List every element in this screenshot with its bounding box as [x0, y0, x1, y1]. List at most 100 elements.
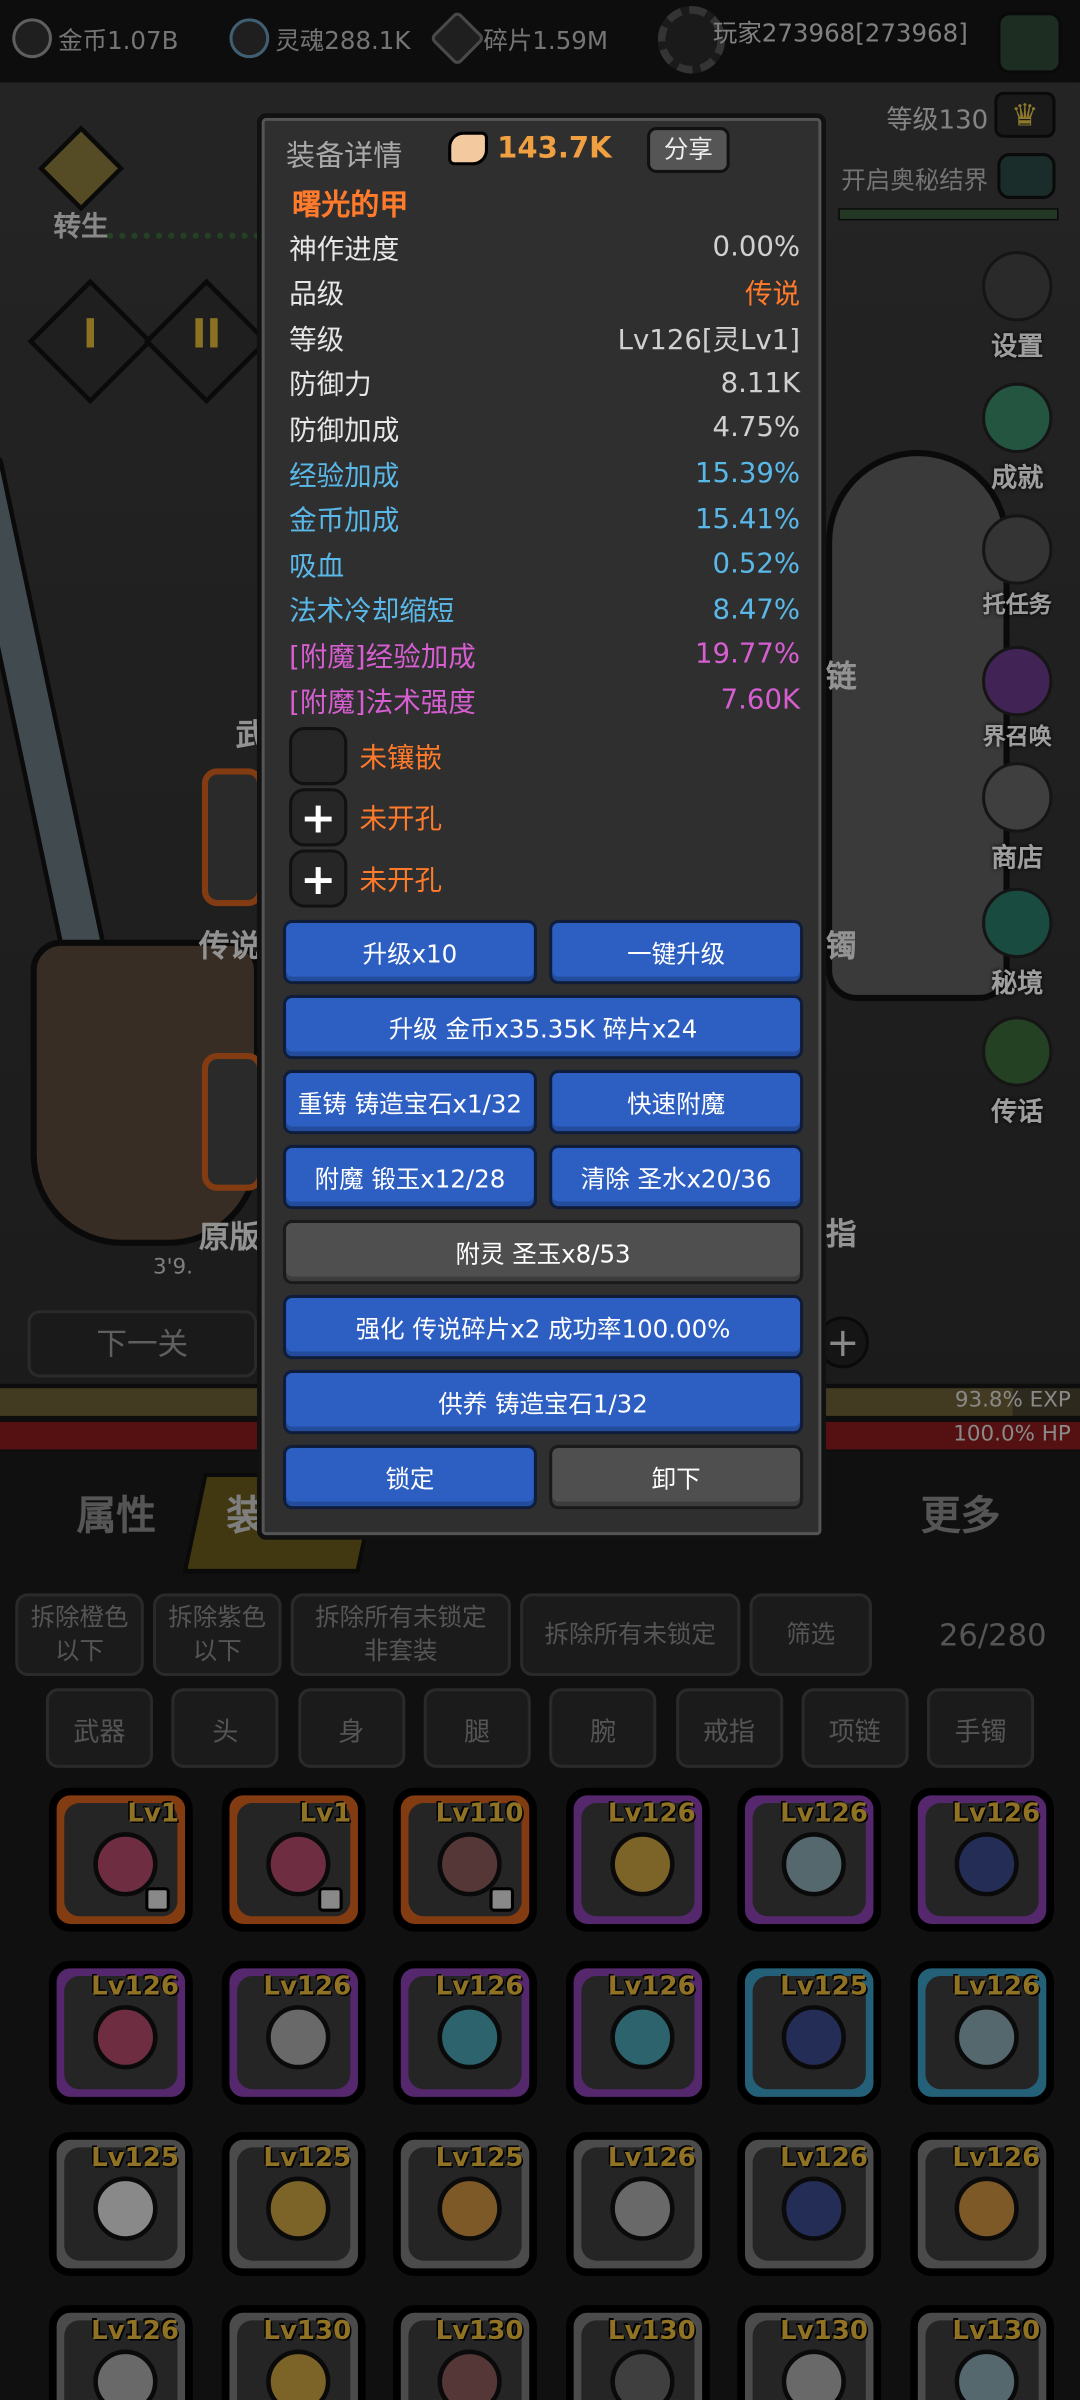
unequip-button[interactable]: 卸下 [549, 1444, 804, 1510]
stat-row: 法术冷却缩短 8.47% [289, 587, 800, 631]
top-bar: 金币1.07B 灵魂288.1K 碎片1.59M 玩家273968[273968… [0, 0, 1080, 83]
clear-enchant-button[interactable]: 清除 圣水x20/36 [549, 1144, 804, 1210]
side-achievements[interactable]: 成就 [964, 382, 1071, 494]
socket-2-label: 未开孔 [359, 803, 443, 836]
inventory-item[interactable]: Lv126 [910, 1959, 1054, 2104]
category-0[interactable]: 武器 [45, 1688, 153, 1768]
inventory-item[interactable]: Lv126 [565, 2132, 710, 2277]
inventory-item[interactable]: Lv126 [48, 2304, 193, 2400]
inventory-item[interactable]: Lv125 [737, 1959, 882, 2104]
inventory-item[interactable]: Lv125 [221, 2132, 365, 2277]
category-1[interactable]: 头 [171, 1688, 279, 1768]
filter-button[interactable]: 筛选 [749, 1593, 872, 1677]
dismantle-unlocked-nonset-button[interactable]: 拆除所有未锁定 非套装 [290, 1593, 511, 1677]
rebirth-button[interactable]: 转生 [34, 125, 129, 243]
inventory-item[interactable]: Lv126 [737, 2132, 882, 2277]
star-icon [982, 382, 1053, 454]
next-level-button[interactable]: 下一关 [27, 1310, 257, 1378]
dismantle-purple-button[interactable]: 拆除紫色 以下 [152, 1593, 282, 1677]
upgrade-button[interactable]: 升级 金币x35.35K 碎片x24 [282, 994, 804, 1060]
crown-icon: ♛ [994, 91, 1056, 138]
inventory-item[interactable]: Lv126 [393, 1959, 538, 2104]
side-shop[interactable]: 商店 [964, 762, 1071, 874]
soul-icon [229, 18, 270, 59]
armor-skin-label: 原版 [198, 1218, 261, 1256]
stat-value: 0.52% [712, 548, 801, 581]
armor-slot[interactable] [201, 1053, 264, 1191]
mystic-barrier-label[interactable]: 开启奥秘结界 [826, 159, 988, 196]
stat-label: 等级 [289, 324, 345, 357]
weapon-slot[interactable] [201, 768, 264, 907]
horn-icon [982, 1016, 1053, 1087]
inventory-item[interactable]: Lv126 [565, 1787, 710, 1932]
inventory-item[interactable]: Lv126 [910, 1787, 1054, 1932]
inventory-item[interactable]: Lv130 [393, 2304, 538, 2400]
category-label: 项链 [828, 1716, 881, 1748]
strengthen-button[interactable]: 强化 传说碎片x2 成功率100.00% [282, 1294, 804, 1360]
item-level: Lv125 [435, 2142, 524, 2174]
side-settings[interactable]: 设置 [964, 251, 1071, 363]
inventory-item[interactable]: Lv130 [737, 2304, 882, 2400]
socket-3[interactable]: + 未开孔 [289, 849, 748, 908]
inventory-item[interactable]: Lv110 [393, 1787, 538, 1932]
dismantle-unlocked-nonset-label: 拆除所有未锁定 非套装 [315, 1602, 487, 1666]
tab-more-label: 更多 [920, 1493, 1001, 1540]
quick-enchant-button[interactable]: 快速附魔 [549, 1069, 804, 1135]
inventory-item[interactable]: Lv130 [221, 2304, 365, 2400]
inventory-item[interactable]: Lv130 [565, 2304, 710, 2400]
lock-button[interactable]: 锁定 [282, 1444, 537, 1510]
dismantle-unlocked-label: 拆除所有未锁定 [544, 1619, 716, 1649]
inventory-item[interactable]: Lv126 [221, 1959, 365, 2104]
stat-label: [附魔]法术强度 [289, 686, 476, 719]
side-chat[interactable]: 传话 [964, 1016, 1071, 1128]
side-commission[interactable]: 托任务 [964, 514, 1071, 620]
dismantle-orange-button[interactable]: 拆除橙色 以下 [15, 1593, 144, 1677]
tab-more[interactable]: 更多 [921, 1485, 1001, 1542]
side-secret-realm-label: 秘境 [991, 968, 1044, 1000]
one-key-upgrade-button[interactable]: 一键升级 [549, 919, 804, 985]
reforge-button[interactable]: 重铸 铸造宝石x1/32 [282, 1069, 537, 1135]
category-5[interactable]: 戒指 [675, 1688, 783, 1768]
spirit-bind-button[interactable]: 附灵 圣玉x8/53 [282, 1219, 804, 1285]
inventory-item[interactable]: Lv126 [48, 1959, 193, 2104]
inventory-item[interactable]: Lv125 [48, 2132, 193, 2277]
tab-attributes[interactable]: 属性 [76, 1485, 156, 1542]
category-4[interactable]: 腕 [549, 1688, 657, 1768]
shard-resource: 碎片1.59M [429, 10, 608, 67]
quick-enchant-label: 快速附魔 [627, 1089, 726, 1119]
modal-title: 装备详情 [286, 139, 403, 173]
stat-value: 8.47% [712, 593, 801, 626]
inventory-item[interactable]: Lv1 [48, 1787, 193, 1932]
swirl-icon[interactable] [997, 153, 1056, 199]
upgrade-x10-label: 升级x10 [362, 939, 458, 969]
category-6[interactable]: 项链 [801, 1688, 909, 1768]
inventory-item[interactable]: Lv130 [910, 2304, 1054, 2400]
inventory-item[interactable]: Lv126 [565, 1959, 710, 2104]
side-summon[interactable]: 界召唤 [964, 645, 1071, 752]
category-2[interactable]: 身 [297, 1688, 405, 1768]
socket-2[interactable]: + 未开孔 [289, 788, 748, 847]
category-3[interactable]: 腿 [423, 1688, 531, 1768]
inventory-item[interactable]: Lv125 [393, 2132, 538, 2277]
stat-label: 防御力 [289, 369, 372, 402]
upgrade-x10-button[interactable]: 升级x10 [282, 919, 537, 985]
inventory-item[interactable]: Lv126 [737, 1787, 882, 1932]
dismantle-unlocked-button[interactable]: 拆除所有未锁定 [520, 1593, 741, 1677]
item-level: Lv126 [952, 1798, 1041, 1830]
inventory-item[interactable]: Lv126 [910, 2132, 1054, 2277]
offer-button[interactable]: 供养 铸造宝石1/32 [282, 1369, 804, 1435]
enchant-button[interactable]: 附魔 锻玉x12/28 [282, 1144, 537, 1210]
letter-icon [982, 514, 1053, 585]
socket-1[interactable]: 未镶嵌 [289, 727, 748, 786]
guild-icon[interactable] [997, 12, 1062, 74]
inventory-item[interactable]: Lv1 [221, 1787, 365, 1932]
category-7[interactable]: 手镯 [927, 1688, 1035, 1768]
side-chat-label: 传话 [991, 1097, 1044, 1129]
helmet-icon [954, 2176, 1019, 2241]
helmet-icon [437, 2176, 503, 2241]
sword-icon [265, 2004, 330, 2069]
item-level: Lv126 [780, 2142, 868, 2174]
share-button[interactable]: 分享 [647, 127, 730, 173]
armor-icon [954, 2004, 1019, 2069]
side-secret-realm[interactable]: 秘境 [964, 887, 1071, 1000]
